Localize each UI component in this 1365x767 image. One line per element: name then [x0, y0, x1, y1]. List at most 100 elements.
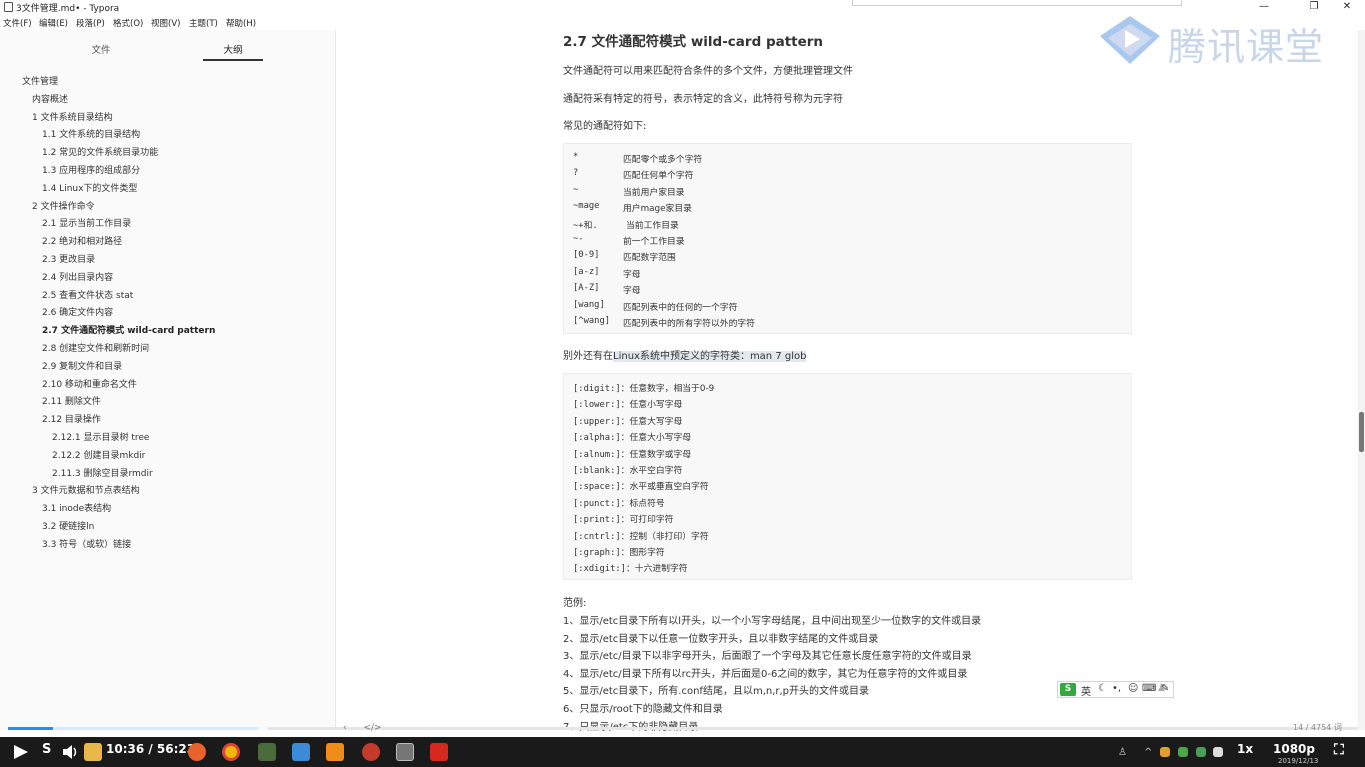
sidebar-toggle-icon[interactable]: ‹ [343, 723, 347, 733]
volume-icon[interactable] [62, 744, 80, 760]
wildcard-code-block[interactable]: * 匹配零个或多个字符? 匹配任何单个字符 ~ 当前用户家目录 ~mage 用户mage家目… [563, 143, 1132, 334]
outline-item[interactable]: 2.11 删除文件 [42, 394, 101, 407]
char-class-description: ：标点符号 [620, 498, 665, 509]
media-icon[interactable] [362, 743, 380, 761]
menu-file[interactable]: 文件(F) [3, 17, 32, 29]
watermark-text: 腾讯课堂 [1168, 25, 1325, 69]
menu-theme[interactable]: 主题(T) [189, 17, 218, 29]
char-class-line: [:digit:]：任意数字，相当于0-9 [573, 381, 714, 394]
outline-item[interactable]: 2.3 更改目录 [42, 252, 95, 265]
wildcard-description: 当前工作目录 [626, 220, 679, 231]
menu-help[interactable]: 帮助(H) [226, 17, 256, 29]
typora-task-icon[interactable] [396, 743, 414, 761]
outline-item[interactable]: 2 文件操作命令 [32, 199, 95, 212]
outline-item[interactable]: 3.2 硬链接ln [42, 519, 94, 532]
char-class-line: [:blank:]：水平空白字符 [573, 463, 682, 476]
emoji-icon[interactable]: ☺ [1128, 683, 1138, 694]
char-class-line: [:graph:]：图形字符 [573, 545, 665, 558]
notes-icon[interactable] [292, 743, 310, 761]
char-class-symbol: [:alpha:] [573, 433, 621, 444]
play-icon[interactable] [10, 744, 30, 760]
tencent-classroom-watermark: 腾讯课堂 [1098, 14, 1328, 69]
outline-item[interactable]: 3.1 inode表结构 [42, 501, 111, 514]
outline-item[interactable]: 2.8 创建空文件和刷新时间 [42, 341, 149, 354]
close-button[interactable]: ✕ [1333, 0, 1361, 14]
wildcard-description: 匹配列表中的所有字符以外的字符 [623, 319, 755, 329]
keyboard-icon[interactable]: ⌨ [1142, 683, 1156, 694]
wildcard-symbol: ~ [573, 184, 579, 195]
outline-item[interactable]: 2.5 查看文件状态 stat [42, 288, 133, 301]
char-class-symbol: [:punct:] [573, 498, 621, 509]
examples-title: 范例: [563, 598, 587, 609]
minimize-button[interactable]: — [1250, 0, 1278, 14]
tray-icon-1[interactable] [1160, 747, 1170, 757]
tray-icon-2[interactable] [1178, 747, 1188, 757]
outline-item[interactable]: 2.12 目录操作 [42, 412, 101, 425]
wrench-icon[interactable]: ✎ [1161, 683, 1169, 694]
outline-item[interactable]: 2.10 移动和重命名文件 [42, 377, 137, 390]
editor-status-bar [268, 727, 1358, 730]
find-panel[interactable] [852, 0, 1182, 6]
tab-files[interactable]: 文件 [71, 42, 131, 56]
wildcard-symbol: ~+和. [573, 220, 598, 231]
wildcard-symbol: * [573, 152, 579, 162]
outline-item[interactable]: 1.3 应用程序的组成部分 [42, 163, 140, 176]
outline-item[interactable]: 1.4 Linux下的文件类型 [42, 181, 137, 194]
outline-item[interactable]: 2.1 显示当前工作目录 [42, 216, 131, 229]
paragraph-1: 文件通配符可以用来匹配符合条件的多个文件，方便批理管理文件 [563, 66, 853, 77]
char-class-line: [:space:]：水平或垂直空白字符 [573, 479, 709, 492]
outline-item[interactable]: 内容概述 [32, 92, 68, 105]
source-mode-icon[interactable]: </> [363, 723, 381, 733]
punct-icon[interactable]: •, [1112, 683, 1121, 694]
menu-format[interactable]: 格式(O) [113, 17, 143, 29]
outline-item[interactable]: 3 文件元数据和节点表结构 [32, 483, 140, 496]
chrome-icon[interactable] [222, 743, 240, 761]
tray-icon-4[interactable] [1213, 747, 1223, 757]
outline-item[interactable]: 2.6 确定文件内容 [42, 305, 113, 318]
wildcard-description: 匹配数字范围 [623, 253, 676, 264]
maximize-button[interactable]: ❐ [1300, 0, 1328, 14]
tray-icon-3[interactable] [1196, 747, 1206, 757]
wildcard-symbol: [wang] [573, 299, 605, 310]
editor-area[interactable]: 2.7 文件通配符模式 wild-card pattern 文件通配符可以用来匹… [337, 30, 1360, 733]
explorer-icon[interactable] [326, 743, 344, 761]
tab-outline[interactable]: 大纲 [203, 42, 263, 56]
pdf-icon[interactable] [430, 743, 448, 761]
ime-toolbar[interactable]: S 英 ☾ •, ☺ ⌨ ♟ ✎ [1057, 681, 1174, 698]
menu-edit[interactable]: 编辑(E) [39, 17, 68, 29]
search-ring-icon[interactable]: S [42, 742, 51, 757]
moon-icon[interactable]: ☾ [1098, 683, 1107, 694]
outline-item[interactable]: 1.2 常见的文件系统目录功能 [42, 145, 158, 158]
outline-item[interactable]: 2.4 列出目录内容 [42, 270, 113, 283]
playback-speed[interactable]: 1x [1237, 742, 1253, 756]
user-icon[interactable]: ♙ [1118, 747, 1127, 758]
video-quality[interactable]: 1080p [1273, 742, 1315, 756]
playback-time: 10:36 / 56:23 [106, 742, 196, 756]
folder-icon[interactable] [84, 743, 102, 761]
firefox-icon[interactable] [188, 743, 206, 761]
outline-item[interactable]: 2.12.1 显示目录树 tree [52, 430, 149, 443]
example-item: 2、显示/etc目录下以任意一位数字开头，且以非数字结尾的文件或目录 [563, 633, 879, 645]
sogou-icon[interactable]: S [1060, 683, 1076, 696]
outline-item[interactable]: 1.1 文件系统的目录结构 [42, 127, 140, 140]
menu-paragraph[interactable]: 段落(P) [76, 17, 105, 29]
menu-view[interactable]: 视图(V) [151, 17, 180, 29]
outline-item[interactable]: 文件管理 [22, 74, 58, 87]
outline-item[interactable]: 2.9 复制文件和目录 [42, 359, 122, 372]
char-class-code-block[interactable]: [:digit:]：任意数字，相当于0-9 [:lower:]：任意小写字母 [:u… [563, 373, 1132, 580]
fullscreen-icon[interactable]: ⛶ [1334, 742, 1344, 758]
vertical-scrollbar[interactable] [1358, 30, 1365, 730]
scrollbar-thumb[interactable] [1359, 412, 1364, 452]
outline-item[interactable]: 2.12.2 创建目录mkdir [52, 448, 145, 461]
ime-lang-toggle[interactable]: 英 [1081, 683, 1091, 698]
word-count[interactable]: 14 / 4754 词 [1293, 722, 1342, 733]
example-item: 3、显示/etc/目录下以非字母开头，后面跟了一个字母及其它任意长度任意字符的文… [563, 651, 972, 663]
play-logo-icon [1100, 16, 1160, 64]
app-icon[interactable] [258, 743, 276, 761]
outline-item[interactable]: 2.2 绝对和相对路径 [42, 234, 122, 247]
outline-item[interactable]: 1 文件系统目录结构 [32, 110, 113, 123]
outline-item[interactable]: 2.11.3 删除空目录rmdir [52, 466, 153, 479]
outline-item[interactable]: 3.3 符号（或软）链接 [42, 537, 131, 550]
outline-item[interactable]: 2.7 文件通配符模式 wild-card pattern [42, 323, 215, 336]
tray-expand-icon[interactable]: ^ [1144, 747, 1152, 758]
